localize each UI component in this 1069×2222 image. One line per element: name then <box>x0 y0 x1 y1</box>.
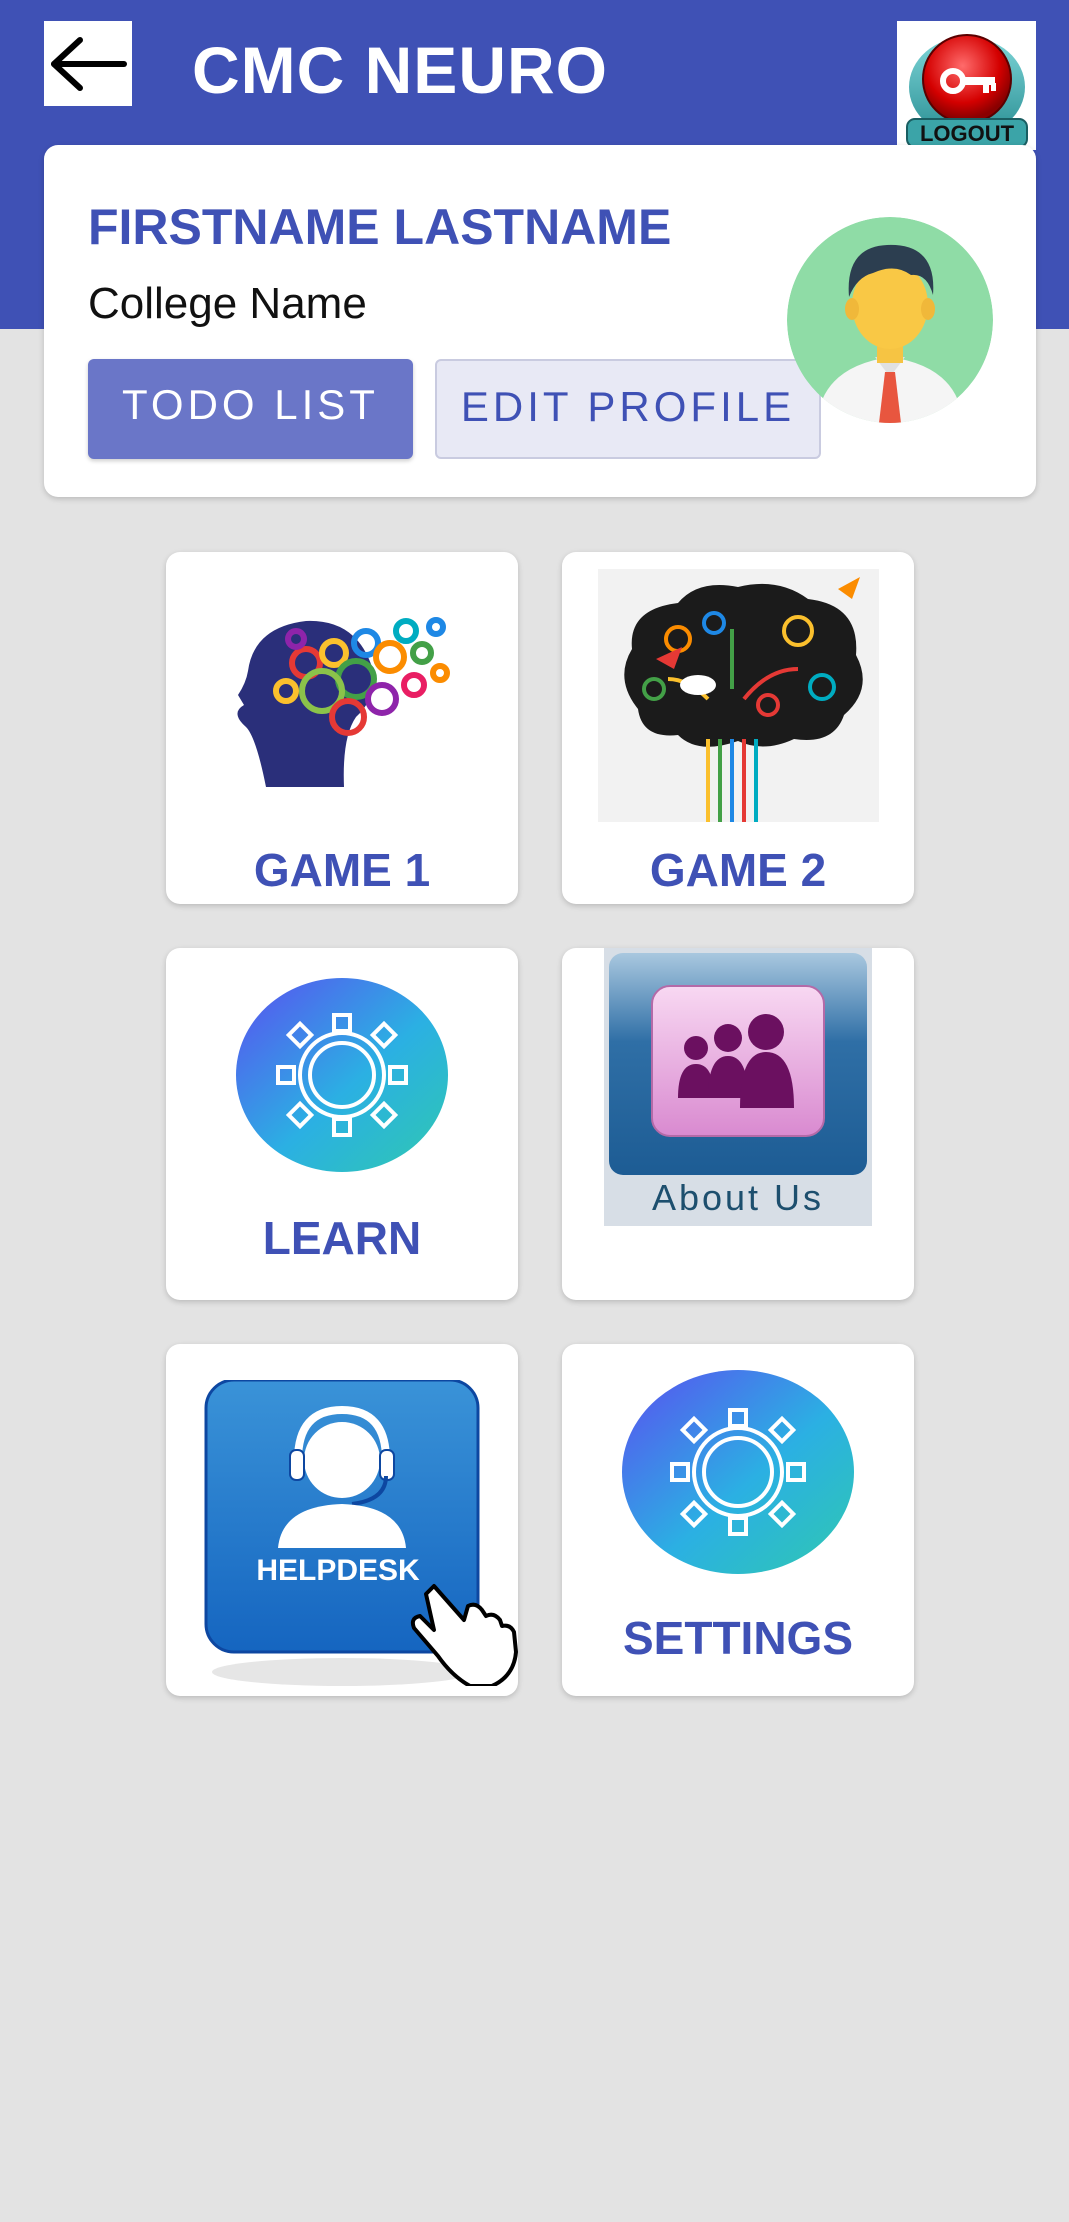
back-button[interactable] <box>44 21 132 106</box>
gear-icon <box>622 1370 854 1574</box>
logout-label: LOGOUT <box>920 121 1015 146</box>
game-1-label: GAME 1 <box>253 844 431 896</box>
settings-label: SETTINGS <box>622 1612 854 1664</box>
logout-button[interactable]: LOGOUT <box>897 21 1036 150</box>
about-us-label: About Us <box>652 1177 824 1218</box>
game-2-tile[interactable]: GAME 2 <box>562 552 914 904</box>
arrow-left-icon <box>51 36 127 91</box>
profile-card: FIRSTNAME LASTNAME College Name TODO LIS… <box>44 145 1036 497</box>
helpdesk-icon: HELPDESK <box>204 1380 518 1686</box>
logout-key-icon: LOGOUT <box>906 34 1028 148</box>
app-title: CMC NEURO <box>192 33 608 107</box>
brain-circuit-icon <box>598 569 879 822</box>
helpdesk-tile[interactable]: HELPDESK <box>166 1344 518 1696</box>
group-icon: About Us <box>604 948 872 1226</box>
user-avatar-icon <box>787 217 993 423</box>
edit-profile-button[interactable]: EDIT PROFILE <box>435 359 821 459</box>
settings-tile[interactable]: SETTINGS <box>562 1344 914 1696</box>
game-1-tile[interactable]: GAME 1 <box>166 552 518 904</box>
gear-icon <box>236 978 448 1172</box>
todo-list-button[interactable]: TODO LIST <box>88 359 413 459</box>
helpdesk-label: HELPDESK <box>256 1554 420 1587</box>
profile-name: FIRSTNAME LASTNAME <box>88 199 672 255</box>
college-name: College Name <box>88 279 367 328</box>
learn-label: LEARN <box>262 1212 422 1264</box>
game-2-label: GAME 2 <box>649 844 827 896</box>
learn-tile[interactable]: LEARN <box>166 948 518 1300</box>
about-us-tile[interactable]: About Us <box>562 948 914 1300</box>
home-screen: CMC NEURO LOGOUT FIRSTNAME LASTNAME Coll… <box>0 0 1069 2222</box>
brain-gears-icon <box>237 617 450 787</box>
